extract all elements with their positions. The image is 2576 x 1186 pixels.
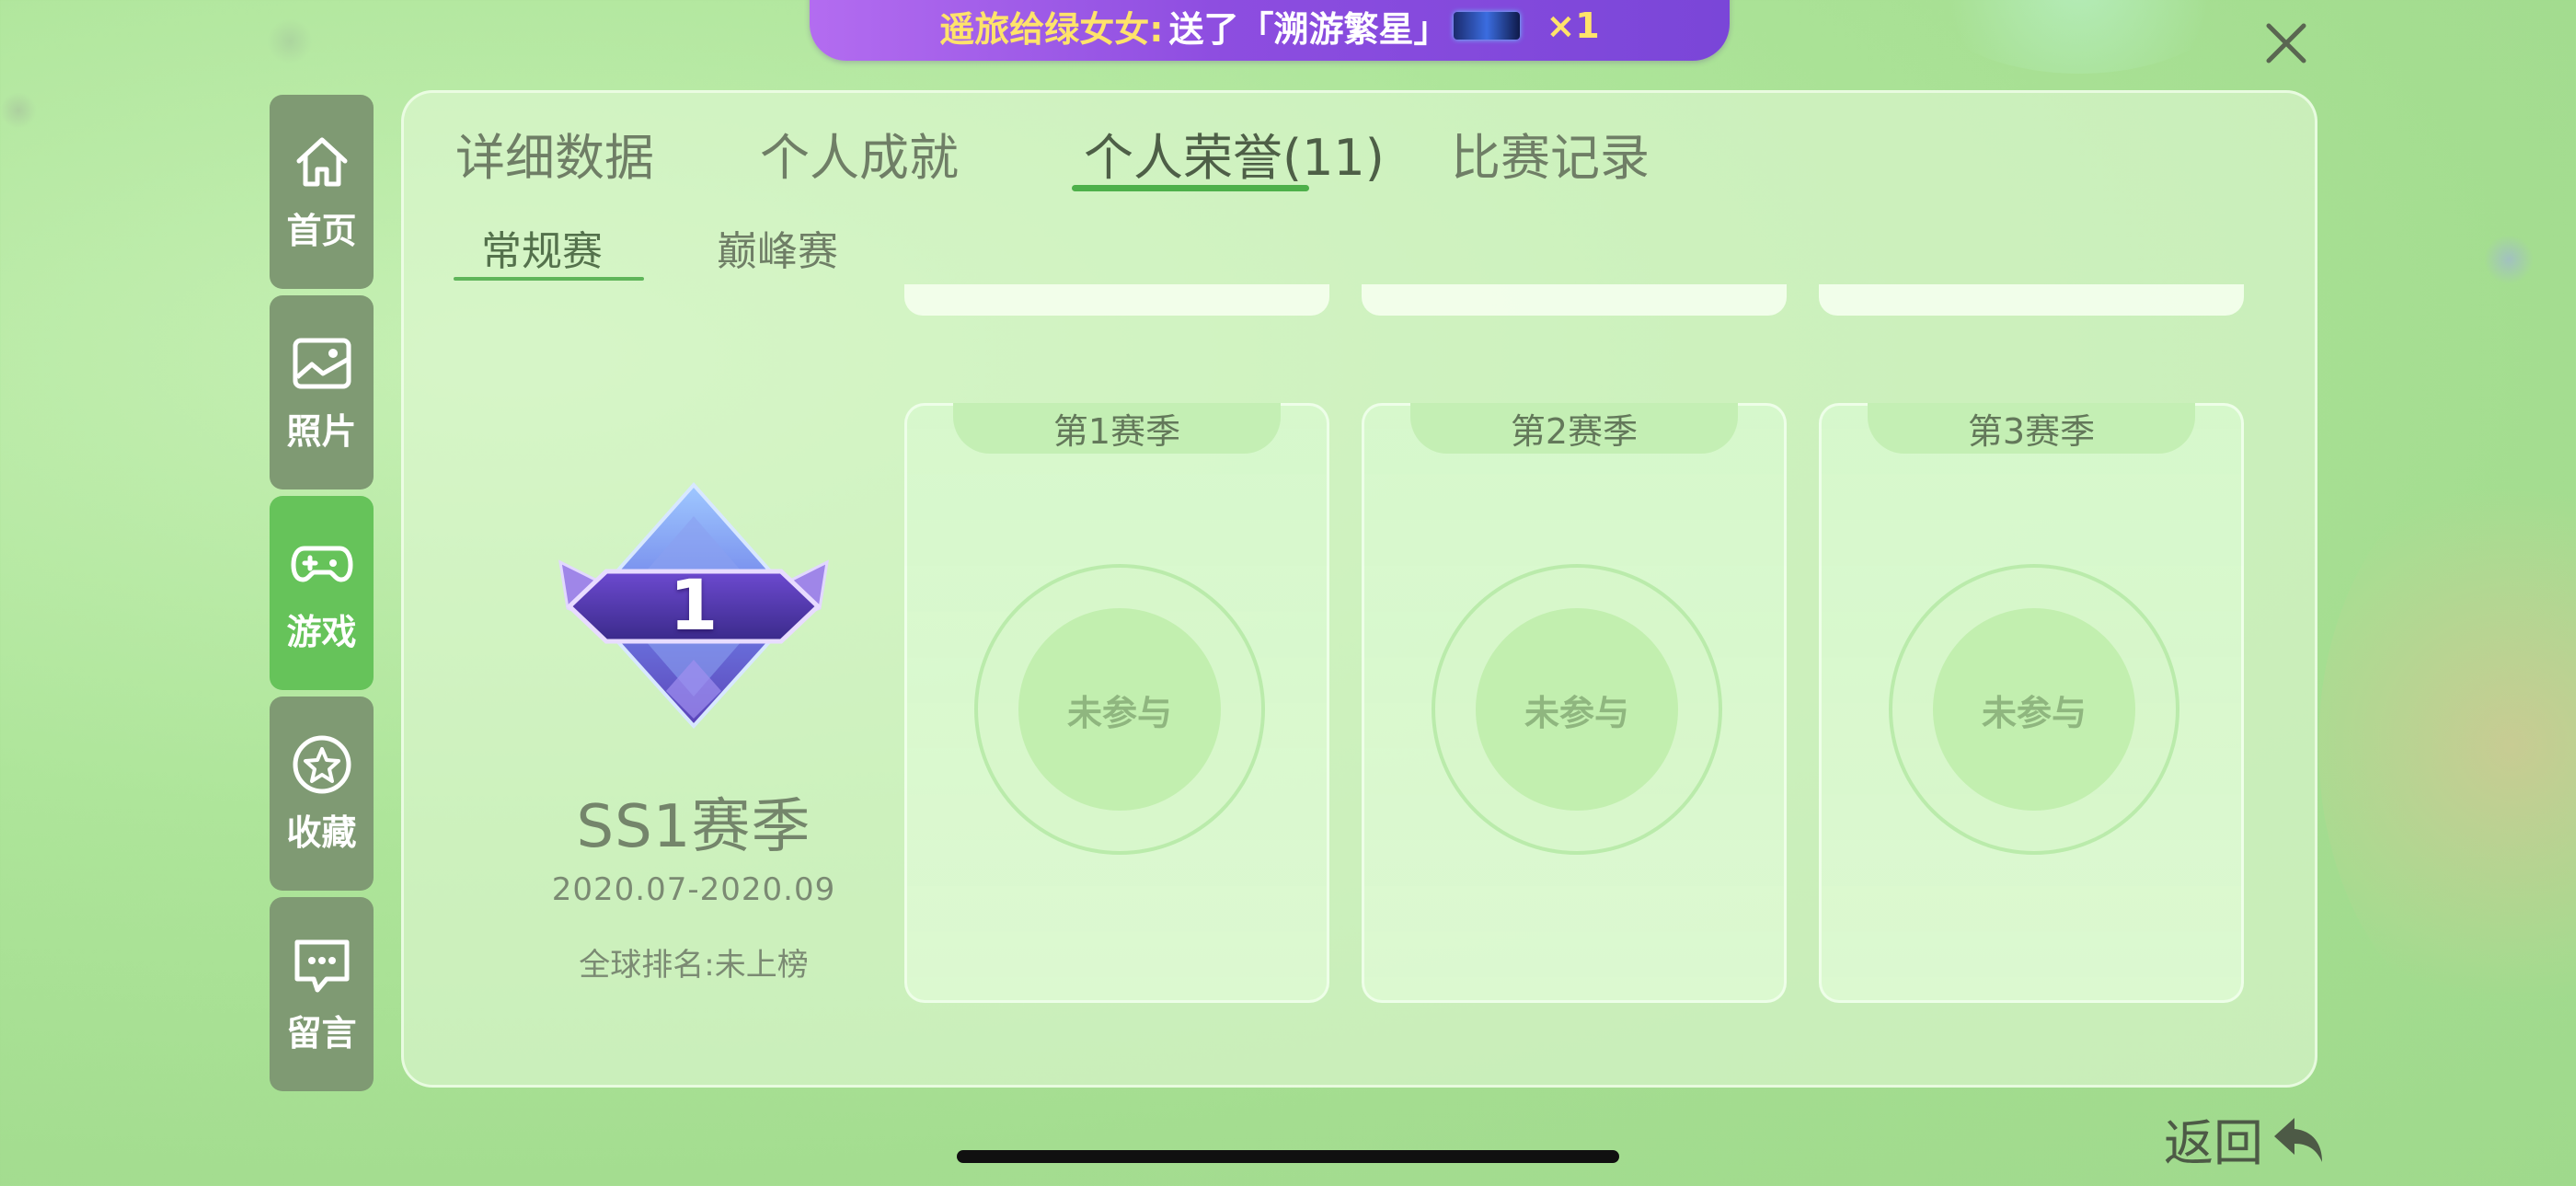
season-date-range: 2020.07-2020.09 xyxy=(551,871,836,908)
star-icon xyxy=(293,735,351,794)
sidebar-item-games[interactable]: 游戏 xyxy=(270,496,374,690)
card-edge xyxy=(1819,284,2244,316)
season-medal-placeholder: 未参与 xyxy=(974,564,1265,855)
season-card-title: 第2赛季 xyxy=(1410,403,1738,454)
badge-number: 1 xyxy=(669,564,719,646)
tab-honors[interactable]: 个人荣誉(11) xyxy=(1084,117,1385,190)
gift-notification-banner: 遥旅给绿女女: 送了「溯游繁星」 ×1 xyxy=(810,0,1730,61)
tab-achievements[interactable]: 个人成就 xyxy=(760,117,959,190)
close-icon xyxy=(2266,23,2306,63)
banner-message: 送了「溯游繁星」 xyxy=(1168,8,1449,50)
banner-sender: 遥旅给绿女女: xyxy=(939,8,1164,50)
sidebar-item-label: 收藏 xyxy=(286,812,357,853)
honor-panel: 详细数据 个人成就 个人荣誉(11) 比赛记录 常规赛 巅峰赛 1 SS1赛季 … xyxy=(401,90,2317,1088)
sidebar-item-favorites[interactable]: 收藏 xyxy=(270,697,374,891)
season-summary: 1 SS1赛季 2020.07-2020.09 全球排名:未上榜 xyxy=(496,479,891,984)
card-edge xyxy=(1362,284,1787,316)
global-rank: 全球排名:未上榜 xyxy=(579,947,809,984)
card-edge xyxy=(904,284,1329,316)
season-name: SS1赛季 xyxy=(576,793,811,861)
message-icon xyxy=(294,939,349,993)
active-subtab-indicator xyxy=(454,277,644,281)
subtab-regular[interactable]: 常规赛 xyxy=(481,218,603,277)
sidebar-item-label: 游戏 xyxy=(286,612,357,652)
gamepad-icon xyxy=(291,546,352,582)
subtab-peak[interactable]: 巅峰赛 xyxy=(717,218,838,277)
home-icon xyxy=(296,137,347,187)
back-button[interactable]: 返回 xyxy=(2164,1102,2331,1175)
sidebar-item-label: 留言 xyxy=(286,1013,357,1054)
season-status: 未参与 xyxy=(1018,608,1221,811)
season-card-title: 第1赛季 xyxy=(953,403,1281,454)
photo-icon xyxy=(293,338,351,389)
season-medal-placeholder: 未参与 xyxy=(1889,564,2179,855)
season-status: 未参与 xyxy=(1933,608,2135,811)
background-blur xyxy=(2318,460,2576,1031)
sidebar-item-photos[interactable]: 照片 xyxy=(270,295,374,489)
tab-detailed-data[interactable]: 详细数据 xyxy=(455,117,654,190)
season-card[interactable]: 第1赛季 未参与 xyxy=(904,403,1329,1003)
banner-count: ×1 xyxy=(1546,6,1600,46)
season-card[interactable]: 第2赛季 未参与 xyxy=(1362,403,1787,1003)
back-arrow-icon xyxy=(2274,1117,2322,1162)
sidebar-item-label: 首页 xyxy=(286,211,357,251)
gift-image xyxy=(1454,12,1521,40)
background-blur xyxy=(1914,0,2245,74)
back-label: 返回 xyxy=(2164,1114,2263,1172)
tab-match-records[interactable]: 比赛记录 xyxy=(1451,117,1650,190)
sidebar-item-label: 照片 xyxy=(286,411,357,452)
background-blur xyxy=(2484,235,2534,284)
season-card[interactable]: 第3赛季 未参与 xyxy=(1819,403,2244,1003)
sidebar-nav: 首页 照片 游戏 收藏 留言 xyxy=(270,95,374,1098)
sidebar-item-home[interactable]: 首页 xyxy=(270,95,374,289)
season-card-title: 第3赛季 xyxy=(1868,403,2195,454)
season-status: 未参与 xyxy=(1476,608,1678,811)
background-blur xyxy=(0,92,37,129)
season-medal-placeholder: 未参与 xyxy=(1432,564,1722,855)
close-button[interactable] xyxy=(2263,20,2309,66)
home-indicator[interactable] xyxy=(957,1150,1619,1163)
background-blur xyxy=(267,18,313,64)
active-tab-indicator xyxy=(1072,185,1309,191)
sidebar-item-messages[interactable]: 留言 xyxy=(270,897,374,1091)
